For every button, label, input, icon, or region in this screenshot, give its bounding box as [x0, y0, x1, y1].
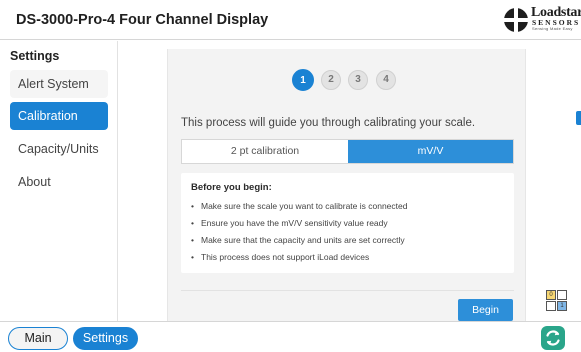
before-you-begin-box: Before you begin: • Make sure the scale y… [181, 173, 514, 273]
bullet: • [191, 201, 194, 211]
list-item: • This process does not support iLoad dev… [191, 251, 511, 268]
sidebar-heading: Settings [10, 49, 60, 63]
title-bar: DS-3000-Pro-4 Four Channel Display Loads… [0, 0, 581, 40]
app-title: DS-3000-Pro-4 Four Channel Display [16, 12, 269, 28]
list-item-text: Ensure you have the mV/V sensitivity val… [201, 218, 388, 228]
sidebar-item-calibration[interactable]: Calibration [10, 102, 108, 130]
bullet: • [191, 252, 194, 262]
sidebar-item-label: About [18, 175, 51, 189]
channel-layout-icon[interactable]: 0 1 [546, 290, 568, 312]
tab-settings[interactable]: Settings [73, 327, 138, 350]
layout-cell: 0 [546, 290, 556, 300]
info-title: Before you begin: [191, 182, 272, 193]
bottom-bar: Main Settings [0, 321, 581, 352]
step-4: 4 [376, 70, 396, 90]
divider [181, 290, 514, 291]
sidebar-item-capacity-units[interactable]: Capacity/Units [10, 135, 108, 163]
bullet: • [191, 218, 194, 228]
list-item: • Make sure the scale you want to calibra… [191, 200, 511, 217]
layout-cell: 1 [557, 301, 567, 311]
list-item: • Make sure that the capacity and units a… [191, 234, 511, 251]
bullet: • [191, 235, 194, 245]
list-item-text: Make sure the scale you want to calibrat… [201, 201, 408, 211]
logo-tagline: Sensing Made Easy [532, 26, 573, 31]
sidebar-item-label: Calibration [18, 109, 78, 123]
refresh-button[interactable] [541, 326, 565, 350]
list-item-text: Make sure that the capacity and units ar… [201, 235, 405, 245]
settings-sidebar: Settings Alert System Calibration Capaci… [0, 41, 118, 321]
list-item: • Ensure you have the mV/V sensitivity va… [191, 217, 511, 234]
sidebar-item-alert-system[interactable]: Alert System [10, 70, 108, 98]
edge-tab[interactable] [576, 111, 581, 125]
calibration-panel: 1 2 3 4 This process will guide you thro… [167, 49, 526, 321]
step-3: 3 [348, 70, 368, 90]
right-strip: 0 1 [531, 41, 581, 321]
intro-text: This process will guide you through cali… [181, 117, 476, 129]
begin-button[interactable]: Begin [458, 299, 513, 321]
sidebar-item-label: Alert System [18, 77, 89, 91]
step-2: 2 [321, 70, 341, 90]
main-content: 1 2 3 4 This process will guide you thro… [119, 41, 531, 321]
sidebar-item-label: Capacity/Units [18, 142, 99, 156]
layout-cell [557, 290, 567, 300]
mvv-calibration-button[interactable]: mV/V [348, 140, 513, 163]
sidebar-item-about[interactable]: About [10, 168, 108, 196]
refresh-icon [546, 330, 560, 346]
step-1: 1 [292, 69, 314, 91]
checklist: • Make sure the scale you want to calibra… [191, 200, 511, 268]
loadstar-logo: Loadstar SENSORS Sensing Made Easy [503, 5, 581, 35]
layout-cell [546, 301, 556, 311]
calibration-mode-toggle: 2 pt calibration mV/V [181, 139, 514, 164]
list-item-text: This process does not support iLoad devi… [201, 252, 370, 262]
two-point-calibration-button[interactable]: 2 pt calibration [182, 140, 348, 163]
loadstar-logo-icon [504, 8, 528, 32]
tab-main[interactable]: Main [8, 327, 68, 350]
